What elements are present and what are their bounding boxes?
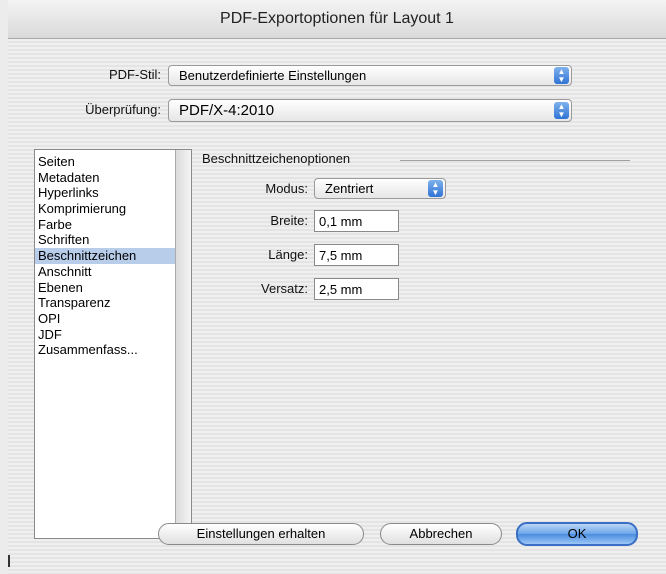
modus-label: Modus: — [265, 181, 308, 196]
popup-arrows-icon: ▲ ▼ — [554, 102, 569, 119]
sidebar-item[interactable]: Ebenen — [35, 280, 177, 296]
laenge-value: 7,5 mm — [319, 248, 363, 263]
popup-arrows-icon: ▲ ▼ — [554, 67, 569, 84]
sidebar-item[interactable]: Komprimierung — [35, 201, 177, 217]
sidebar-item[interactable]: Farbe — [35, 217, 177, 233]
pdf-stil-popup[interactable]: Benutzerdefinierte Einstellungen ▲ ▼ — [168, 65, 572, 86]
pdf-stil-value: Benutzerdefinierte Einstellungen — [179, 68, 367, 83]
window-edge-mark — [8, 555, 10, 567]
modus-popup[interactable]: Zentriert ▲ ▼ — [314, 178, 446, 199]
sidebar-item[interactable]: Schriften — [35, 232, 177, 248]
breite-label: Breite: — [270, 213, 308, 228]
sidebar-item[interactable]: Hyperlinks — [35, 185, 177, 201]
versatz-label: Versatz: — [261, 281, 308, 296]
category-list[interactable]: Seiten Metadaten Hyperlinks Komprimierung Fa… — [34, 149, 192, 539]
dialog-content: PDF-Stil: Benutzerdefinierte Einstellung… — [8, 39, 666, 574]
versatz-field[interactable]: 2,5 mm — [314, 278, 399, 300]
popup-arrows-icon: ▲ ▼ — [428, 180, 443, 197]
ueberpruefung-label: Überprüfung: — [85, 102, 161, 117]
breite-value: 0,1 mm — [319, 214, 363, 229]
versatz-value: 2,5 mm — [319, 282, 363, 297]
window-title: PDF-Exportoptionen für Layout 1 — [220, 10, 454, 27]
cancel-button[interactable]: Abbrechen — [380, 523, 502, 545]
sidebar-item[interactable]: JDF — [35, 327, 177, 343]
sidebar-item[interactable]: Beschnittzeichen — [35, 248, 177, 264]
sidebar-item[interactable]: Anschnitt — [35, 264, 177, 280]
sidebar-item[interactable]: OPI — [35, 311, 177, 327]
ueberpruefung-value: PDF/X-4:2010 — [179, 102, 275, 119]
laenge-label: Länge: — [268, 247, 308, 262]
export-dialog: PDF-Exportoptionen für Layout 1 PDF-Stil… — [8, 0, 666, 574]
title-bar[interactable]: PDF-Exportoptionen für Layout 1 — [8, 0, 666, 39]
list-scrollbar[interactable] — [175, 150, 191, 538]
keep-settings-button[interactable]: Einstellungen erhalten — [158, 523, 364, 545]
sidebar-item[interactable]: Metadaten — [35, 170, 177, 186]
section-divider — [400, 160, 630, 161]
laenge-field[interactable]: 7,5 mm — [314, 244, 399, 266]
sidebar-item[interactable]: Transparenz — [35, 295, 177, 311]
pdf-stil-label: PDF-Stil: — [109, 67, 161, 82]
section-title: Beschnittzeichenoptionen — [202, 151, 351, 166]
ueberpruefung-popup[interactable]: PDF/X-4:2010 ▲ ▼ — [168, 99, 572, 122]
modus-value: Zentriert — [325, 181, 374, 196]
breite-field[interactable]: 0,1 mm — [314, 210, 399, 232]
ok-button[interactable]: OK — [516, 522, 638, 546]
sidebar-item[interactable]: Seiten — [35, 154, 177, 170]
sidebar-item[interactable]: Zusammenfass... — [35, 342, 177, 358]
